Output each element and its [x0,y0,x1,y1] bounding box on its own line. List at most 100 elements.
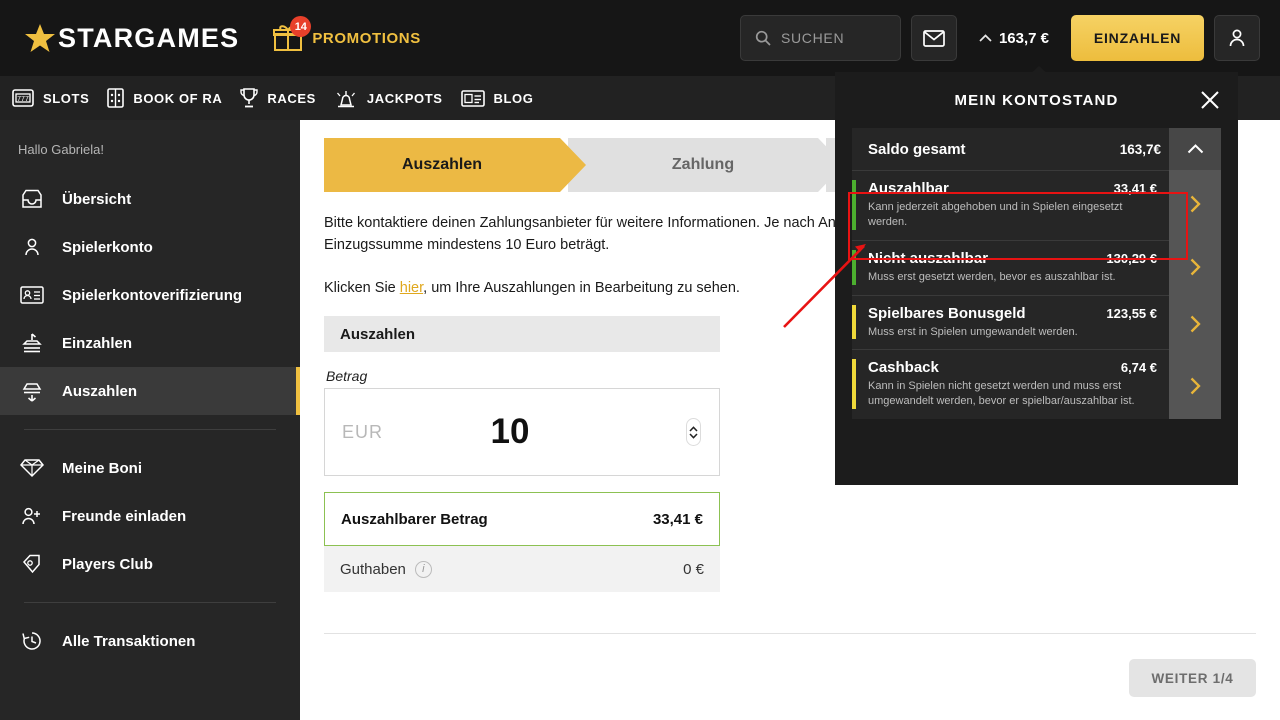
total-label: Saldo gesamt [868,140,966,158]
amount-value: 10 [490,412,530,451]
payable-label: Auszahlbarer Betrag [341,510,488,528]
account-sidebar: Hallo Gabriela! Übersicht Spielerkonto S… [0,120,300,720]
dropdown-title: MEIN KONTOSTAND [954,91,1119,109]
id-card-icon [20,283,44,307]
nav-label: SLOTS [43,90,90,106]
nav-label: BOOK OF RA [133,90,223,106]
nav-label: RACES [267,90,316,106]
row-value: 123,55 € [1106,305,1157,321]
tag-icon [20,552,44,576]
sidebar-label: Spielerkonto [62,238,153,256]
open-auszahlbar-button[interactable] [1169,170,1221,238]
sidebar-label: Spielerkontoverifizierung [62,286,243,304]
row-value: 33,41 € [1113,181,1157,196]
sidebar-item-meine-boni[interactable]: Meine Boni [0,444,300,492]
row-description: Kann jederzeit abgehoben und in Spielen … [868,201,1123,228]
row-name: Spielbares Bonusgeld [868,304,1026,322]
brand-logo[interactable]: STARGAMES [24,22,239,54]
nav-item-jackpots[interactable]: JACKPOTS [334,88,443,108]
nav-item-blog[interactable]: BLOG [460,89,534,107]
sidebar-item-players-club[interactable]: Players Club [0,540,300,588]
balance-list: Saldo gesamt 163,7€ Auszahlbar 33,41 € K… [852,128,1221,420]
overview-icon [20,187,44,211]
open-cashback-button[interactable] [1169,352,1221,419]
row-description: Muss erst gesetzt werden, bevor es ausza… [868,270,1116,283]
sidebar-item-einzahlen[interactable]: Einzahlen [0,319,300,367]
balance-row-nicht-auszahlbar[interactable]: Nicht auszahlbar 130,29 € Muss erst gese… [852,239,1169,295]
jackpot-icon [336,91,355,108]
chevron-up-icon [979,34,992,42]
status-bar [852,249,856,285]
nav-item-book-of-ra[interactable]: BOOK OF RA [107,88,222,108]
user-icon [1229,29,1245,47]
open-nicht-auszahlbar-button[interactable] [1169,238,1221,295]
balance-button[interactable]: 163,7 € [966,15,1061,61]
quantity-stepper[interactable] [686,418,701,446]
balance-amount: 163,7 € [998,29,1049,47]
balance-row-spielbares-bonusgeld[interactable]: Spielbares Bonusgeld 123,55 € Muss erst … [852,294,1169,350]
pending-payouts-link[interactable]: hier [400,280,423,296]
credit-value: 0 € [683,560,704,578]
deposit-icon [20,331,44,355]
status-bar [852,304,856,340]
next-button[interactable]: WEITER 1/4 [1129,659,1256,697]
nav-label: JACKPOTS [366,90,443,106]
svg-text:777: 777 [17,96,29,103]
user-plus-icon [20,504,44,528]
sidebar-item-spielerkontoverifizierung[interactable]: Spielerkontoverifizierung [0,271,300,319]
brand-name: STARGAMES [58,22,240,53]
account-button[interactable] [1214,15,1260,61]
star-icon [25,24,55,52]
search-input[interactable]: SUCHEN [739,15,901,61]
sidebar-label: Freunde einladen [62,507,187,525]
row-value: 6,74 € [1120,360,1157,376]
sidebar-item-spielerkonto[interactable]: Spielerkonto [0,223,300,271]
promotions-link[interactable]: 14 PROMOTIONS [273,16,421,52]
sidebar-item-auszahlen[interactable]: Auszahlen [0,367,300,415]
promotions-badge: 14 [290,16,312,37]
chevron-right-icon [1190,315,1201,332]
step-zahlung[interactable]: Zahlung [568,138,844,192]
collapse-total-button[interactable] [1169,128,1221,170]
deposit-button[interactable]: EINZAHLEN [1071,15,1204,61]
step-auszahlen[interactable]: Auszahlen [324,138,586,192]
nav-item-slots[interactable]: 777 SLOTS [12,89,89,107]
row-name: Nicht auszahlbar [868,249,989,267]
sidebar-item-uebersicht[interactable]: Übersicht [0,175,300,223]
messages-button[interactable] [910,15,957,61]
sidebar-item-freunde-einladen[interactable]: Freunde einladen [0,492,300,540]
sidebar-label: Alle Transaktionen [62,632,196,650]
search-icon [755,30,771,46]
balance-row-auszahlbar[interactable]: Auszahlbar 33,41 € Kann jederzeit abgeho… [852,170,1169,240]
close-icon[interactable] [1198,88,1222,112]
open-spielbares-bonusgeld-button[interactable] [1169,295,1221,352]
book-icon [107,88,125,108]
user-icon [20,235,44,259]
chevron-up-icon[interactable] [689,425,698,432]
chevron-right-icon [1190,258,1201,275]
search-placeholder: SUCHEN [780,30,845,46]
total-balance-row[interactable]: Saldo gesamt 163,7€ [852,128,1169,170]
chevron-down-icon[interactable] [689,432,698,439]
sidebar-divider-1 [24,429,276,430]
diamond-icon [20,456,44,480]
info-line-3-pre: Klicken Sie [324,279,400,296]
amount-field-label: Betrag [326,368,368,384]
nav-item-races[interactable]: RACES [240,88,316,108]
header-actions: SUCHEN 163,7 € EINZAHLEN [739,15,1260,61]
balance-row-cashback[interactable]: Cashback 6,74 € Kann in Spielen nicht ge… [852,349,1169,420]
trophy-icon [240,88,259,108]
info-line-3-post: , um Ihre Auszahlungen in Bearbeitung zu… [423,279,740,296]
balance-dropdown-caret [1028,66,1050,76]
sidebar-item-alle-transaktionen[interactable]: Alle Transaktionen [0,617,300,665]
footer-divider [324,633,1256,634]
sidebar-label: Players Club [62,555,153,573]
sidebar-label: Übersicht [62,190,132,208]
row-description: Muss erst in Spielen umgewandelt werden. [868,325,1078,338]
chevron-right-icon [1190,377,1201,394]
envelope-icon [923,29,945,47]
info-icon[interactable]: i [414,560,432,578]
amount-input[interactable]: EUR 10 [324,388,720,476]
row-value: 130,29 € [1106,250,1157,266]
step-label: Zahlung [671,156,735,173]
